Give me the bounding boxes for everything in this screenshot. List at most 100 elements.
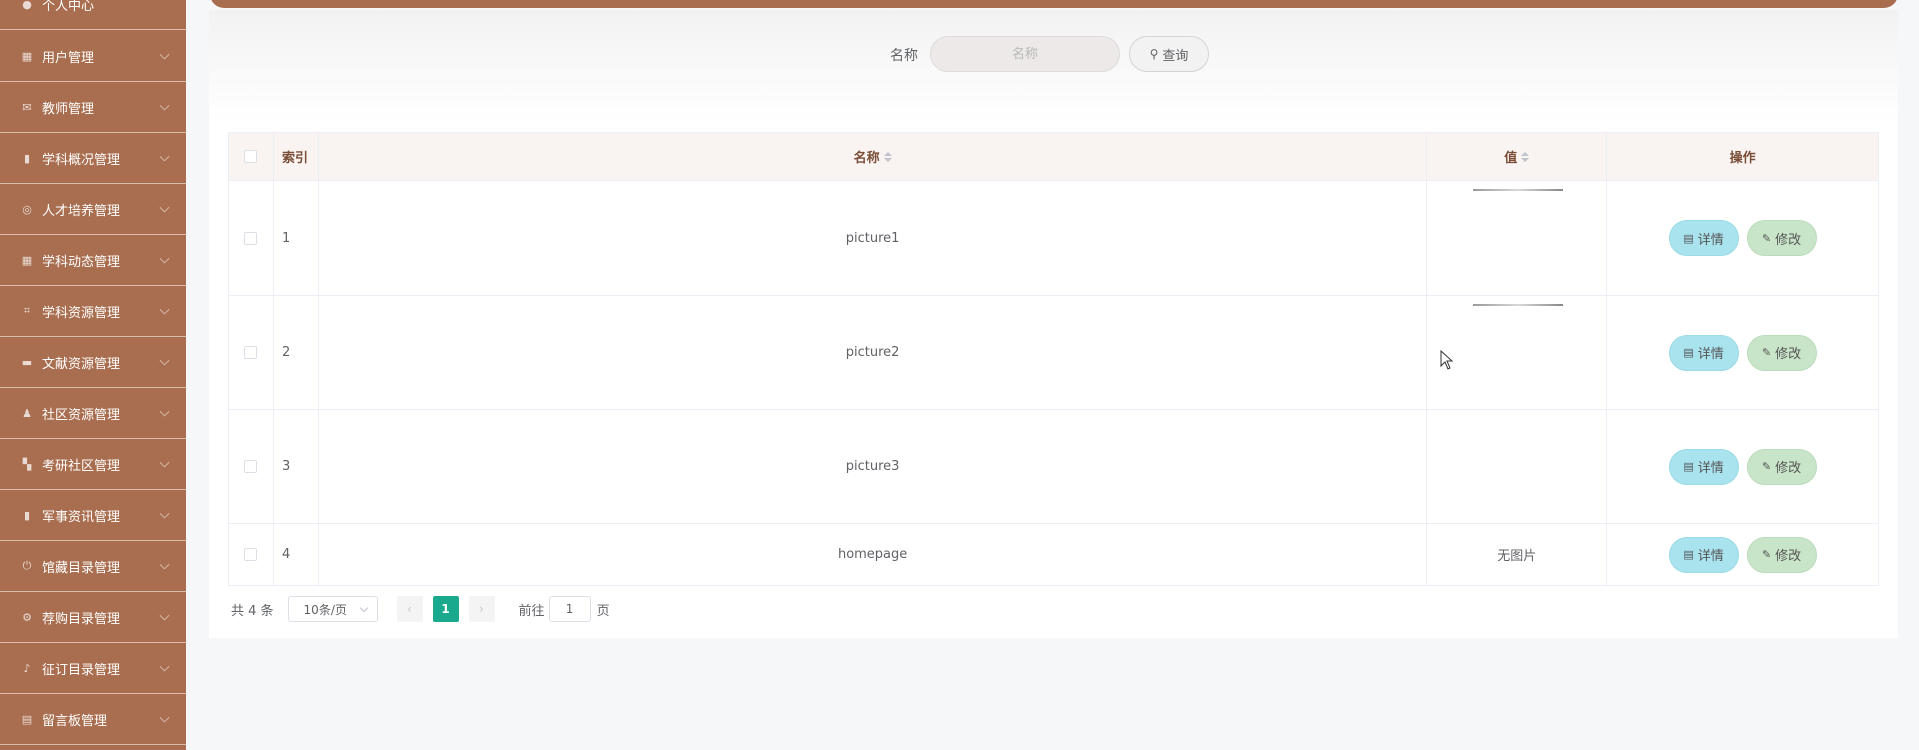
row-value-text: 无图片 — [1497, 549, 1537, 564]
row-index-text: 2 — [281, 345, 291, 360]
chevron-down-icon — [159, 355, 170, 366]
chevron-down-icon — [159, 610, 170, 621]
row-name: picture1 — [319, 181, 1428, 295]
row-name: picture3 — [319, 410, 1428, 523]
row-value — [1427, 181, 1608, 295]
sidebar-item-label: 教师管理 — [42, 101, 95, 117]
row-name-text: picture3 — [845, 459, 900, 474]
row-ops: ▤ 详情 ✎ 修改 — [1607, 524, 1878, 585]
edit-button[interactable]: ✎ 修改 — [1746, 448, 1817, 485]
sidebar-item-label: 学科概况管理 — [42, 152, 121, 168]
pagination: 共 4 条 10条/页 ‹ 1 › 前往 页 — [231, 596, 610, 622]
sidebar-item-community-resources[interactable]: ♟ 社区资源管理 — [0, 388, 186, 439]
chevron-down-icon — [359, 603, 368, 613]
header-index-label: 索引 — [281, 151, 308, 166]
goto-page-input[interactable] — [548, 596, 591, 622]
row-checkbox[interactable] — [244, 231, 258, 245]
detail-button-label: 详情 — [1697, 461, 1724, 476]
header-index: 索引 — [274, 133, 319, 180]
sidebar-item-subscription-catalog[interactable]: ♪ 征订目录管理 — [0, 643, 186, 694]
crop-icon: ⌗ — [23, 304, 31, 317]
grid-icon: ▦ — [21, 253, 33, 267]
data-table: 索引 名称 值 操作 1 picture1 ▤ 详情 ✎ 修改 2 pictur… — [228, 132, 1879, 586]
page-size-select[interactable]: 10条/页 — [287, 596, 378, 622]
edit-button[interactable]: ✎ 修改 — [1746, 536, 1817, 573]
edit-button[interactable]: ✎ 修改 — [1746, 220, 1817, 256]
briefcase-icon: ▬ — [21, 355, 33, 369]
sidebar-item-label: 文献资源管理 — [42, 356, 121, 372]
bar-chart-icon: ▮ — [23, 151, 31, 165]
row-ops: ▤ 详情 ✎ 修改 — [1607, 296, 1878, 409]
pencil-icon: ✎ — [1761, 231, 1772, 245]
image-thumbnail[interactable] — [1473, 189, 1564, 191]
document-icon: ▤ — [1683, 548, 1694, 561]
header-name-label: 名称 — [853, 151, 880, 166]
pencil-icon: ✎ — [1761, 460, 1772, 473]
sidebar-item-subject-overview[interactable]: ▮ 学科概况管理 — [0, 133, 186, 184]
row-index: 3 — [274, 410, 319, 523]
row-ops: ▤ 详情 ✎ 修改 — [1607, 410, 1878, 523]
sidebar-item-personal-center[interactable]: ● 个人中心 — [0, 0, 186, 30]
sidebar-item-exam-community[interactable]: ▚ 考研社区管理 — [0, 439, 186, 490]
header-value[interactable]: 值 — [1427, 133, 1608, 180]
header-value-label: 值 — [1504, 151, 1518, 166]
row-checkbox[interactable] — [244, 460, 258, 473]
globe-icon: ◎ — [22, 202, 32, 216]
sidebar-item-users[interactable]: ▦ 用户管理 — [0, 31, 186, 82]
detail-button[interactable]: ▤ 详情 — [1668, 536, 1739, 573]
sidebar-item-label: 学科资源管理 — [42, 305, 121, 321]
sidebar-item-literature-resources[interactable]: ▬ 文献资源管理 — [0, 337, 186, 388]
row-value: 无图片 — [1427, 524, 1608, 585]
search-icon: ⚲ — [1149, 47, 1159, 61]
select-all-checkbox[interactable] — [244, 150, 258, 163]
detail-button[interactable]: ▤ 详情 — [1668, 334, 1739, 371]
document-icon: ▤ — [1683, 231, 1694, 245]
sidebar-item-talent-training[interactable]: ◎ 人才培养管理 — [0, 184, 186, 235]
user-icon: ● — [22, 0, 32, 11]
sidebar-item-subject-resources[interactable]: ⌗ 学科资源管理 — [0, 286, 186, 337]
pencil-icon: ✎ — [1761, 548, 1772, 561]
mouse-cursor-icon — [1440, 350, 1454, 370]
prev-page-button[interactable]: ‹ — [396, 596, 423, 622]
detail-button[interactable]: ▤ 详情 — [1668, 220, 1739, 256]
next-page-button[interactable]: › — [468, 596, 495, 622]
detail-button-label: 详情 — [1697, 549, 1724, 564]
row-index-text: 4 — [281, 547, 291, 562]
page-number-current[interactable]: 1 — [432, 596, 459, 622]
sidebar-item-military-news[interactable]: ▮ 军事资讯管理 — [0, 490, 186, 541]
detail-button[interactable]: ▤ 详情 — [1668, 448, 1739, 485]
detail-button-label: 详情 — [1697, 232, 1724, 248]
table-row: 1 picture1 ▤ 详情 ✎ 修改 — [229, 181, 1878, 296]
chevron-down-icon — [159, 202, 170, 213]
mic-icon: ♪ — [23, 661, 31, 675]
sidebar-item-collection-catalog[interactable]: ⏻ 馆藏目录管理 — [0, 541, 186, 592]
sort-icon[interactable] — [883, 151, 892, 162]
row-checkbox-cell — [229, 410, 274, 523]
row-name-text: picture1 — [845, 230, 900, 246]
sort-icon[interactable] — [1521, 151, 1530, 162]
row-index-text: 1 — [281, 230, 291, 246]
sidebar-item-label: 人才培养管理 — [42, 203, 121, 219]
sidebar-item-label: 留言板管理 — [42, 713, 108, 729]
table-row: 4 homepage 无图片 ▤ 详情 ✎ 修改 — [229, 524, 1878, 586]
search-button[interactable]: ⚲ 查询 — [1129, 36, 1209, 72]
row-value — [1427, 296, 1608, 409]
pagination-total: 共 4 条 — [231, 603, 274, 619]
edit-button[interactable]: ✎ 修改 — [1746, 334, 1817, 371]
header-ops-label: 操作 — [1729, 151, 1756, 166]
header-name[interactable]: 名称 — [319, 133, 1428, 180]
row-checkbox[interactable] — [244, 548, 258, 561]
sidebar-item-subject-news[interactable]: ▦ 学科动态管理 — [0, 235, 186, 286]
sidebar-item-label: 个人中心 — [42, 0, 95, 14]
building-icon: ▦ — [21, 49, 33, 63]
sidebar-item-message-board[interactable]: ▤ 留言板管理 — [0, 694, 186, 745]
sidebar-item-teachers[interactable]: ✉ 教师管理 — [0, 82, 186, 133]
chevron-down-icon — [159, 508, 170, 519]
search-input[interactable] — [930, 36, 1120, 72]
image-thumbnail[interactable] — [1473, 304, 1564, 306]
row-checkbox[interactable] — [244, 346, 258, 359]
chevron-down-icon — [159, 49, 170, 60]
sidebar-item-purchase-catalog[interactable]: ⚙ 荐购目录管理 — [0, 592, 186, 643]
top-bar — [210, 0, 1898, 8]
chevron-down-icon — [159, 304, 170, 315]
